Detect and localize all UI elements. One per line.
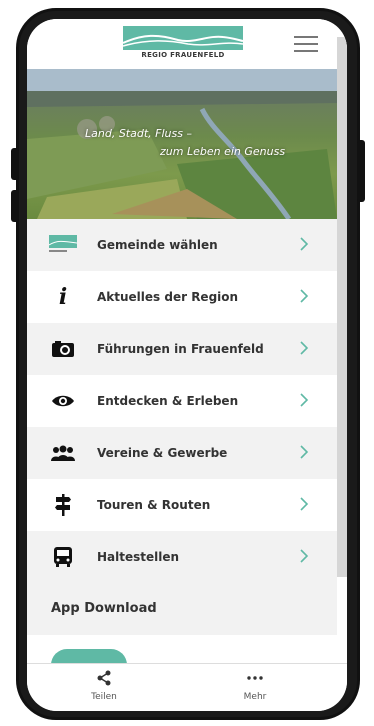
menu-item-entdecken[interactable]: Entdecken & Erleben [27, 375, 337, 427]
logo-text: REGIO FRAUENFELD [141, 51, 225, 59]
menu-item-label: Touren & Routen [97, 498, 211, 512]
hero-tagline-line1: Land, Stadt, Fluss – [85, 127, 192, 140]
menu-item-label: Führungen in Frauenfeld [97, 342, 264, 356]
signpost-icon [49, 492, 77, 518]
regio-frauenfeld-logo[interactable]: REGIO FRAUENFELD [122, 26, 244, 60]
chevron-right-icon [300, 497, 309, 511]
app-screen: REGIO FRAUENFELD Land, Stadt, Fluss – zu… [27, 19, 347, 711]
menu-item-label: Aktuelles der Region [97, 290, 239, 304]
app-download-title: App Download [51, 601, 157, 616]
camera-icon [49, 336, 77, 362]
bus-icon [49, 544, 77, 570]
menu-item-gemeinde-waehlen[interactable]: Gemeinde wählen [27, 219, 337, 271]
menu-item-touren[interactable]: Touren & Routen [27, 479, 337, 531]
menu-item-label: Vereine & Gewerbe [97, 446, 228, 460]
app-header: REGIO FRAUENFELD [27, 19, 347, 69]
tab-mehr[interactable]: Mehr [220, 670, 290, 702]
share-icon [97, 670, 111, 686]
menu-item-fuehrungen[interactable]: Führungen in Frauenfeld [27, 323, 337, 375]
info-icon: i [58, 284, 68, 310]
tab-teilen[interactable]: Teilen [69, 670, 139, 702]
chevron-right-icon [300, 445, 309, 459]
bottom-tab-bar: Teilen Mehr [27, 663, 347, 711]
hero-tagline-line2: zum Leben ein Genuss [160, 145, 286, 158]
scrollbar[interactable] [337, 37, 347, 577]
main-menu-list: Gemeinde wählen i Aktuelles der Region F… [27, 219, 337, 583]
hamburger-menu-icon[interactable] [294, 34, 318, 54]
chevron-right-icon [300, 289, 309, 303]
tab-label: Teilen [91, 692, 117, 702]
app-download-section: App Download [27, 583, 337, 635]
hero-landscape-image: Land, Stadt, Fluss – zum Leben ein Genus… [27, 69, 337, 219]
phone-side-button-left-2 [11, 190, 19, 222]
tab-label: Mehr [243, 692, 267, 702]
menu-item-vereine[interactable]: Vereine & Gewerbe [27, 427, 337, 479]
chevron-right-icon [300, 341, 309, 355]
more-dots-icon [247, 676, 263, 680]
phone-side-button-right [357, 140, 365, 202]
menu-item-label: Entdecken & Erleben [97, 394, 239, 408]
chevron-right-icon [300, 549, 309, 563]
logo-hills-icon [122, 26, 244, 50]
region-logo-icon [49, 232, 77, 258]
menu-item-label: Gemeinde wählen [97, 238, 218, 252]
group-icon [49, 440, 77, 466]
eye-icon [49, 388, 77, 414]
phone-side-button-left-1 [11, 148, 19, 180]
chevron-right-icon [300, 393, 309, 407]
menu-item-label: Haltestellen [97, 550, 180, 564]
menu-item-haltestellen[interactable]: Haltestellen [27, 531, 337, 583]
chevron-right-icon [300, 237, 309, 251]
menu-item-aktuelles[interactable]: i Aktuelles der Region [27, 271, 337, 323]
